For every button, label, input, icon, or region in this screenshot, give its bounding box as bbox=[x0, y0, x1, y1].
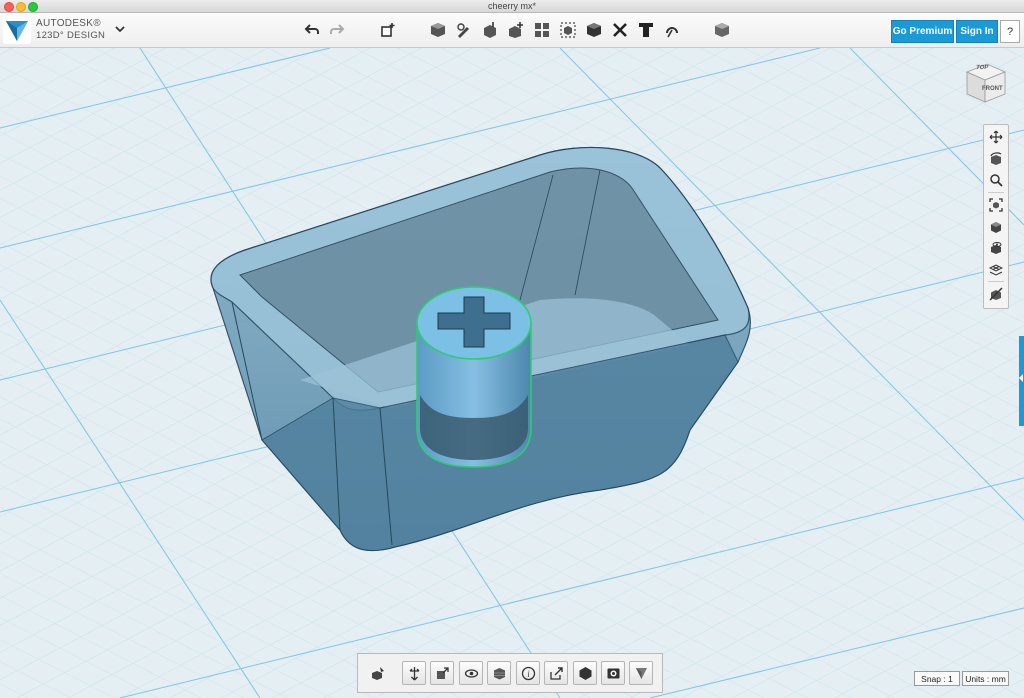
material-button[interactable] bbox=[710, 18, 734, 42]
sketch-icon bbox=[457, 23, 469, 38]
side-panel-arrow-icon[interactable] bbox=[1018, 374, 1024, 382]
sign-in-button[interactable]: Sign In bbox=[956, 20, 998, 43]
hide-icon bbox=[464, 668, 478, 678]
orbit-icon bbox=[990, 152, 1002, 165]
measure-button[interactable] bbox=[608, 18, 632, 42]
views-button[interactable] bbox=[986, 217, 1006, 237]
fit-icon bbox=[989, 198, 1003, 212]
smart-scale-icon bbox=[436, 666, 449, 679]
hide-button[interactable] bbox=[459, 661, 483, 685]
export-button[interactable] bbox=[544, 661, 568, 685]
primitives-icon bbox=[381, 23, 395, 37]
zoom-icon bbox=[990, 174, 1003, 187]
construct-button[interactable] bbox=[478, 18, 502, 42]
undo-button[interactable] bbox=[300, 18, 324, 42]
construct-icon bbox=[484, 22, 496, 38]
measure-icon bbox=[613, 23, 627, 37]
solid-button[interactable] bbox=[573, 661, 597, 685]
transform-button[interactable] bbox=[402, 661, 426, 685]
redo-button[interactable] bbox=[325, 18, 349, 42]
snapshot-button[interactable] bbox=[601, 661, 625, 685]
combine-button[interactable] bbox=[582, 18, 606, 42]
info-icon: i bbox=[521, 666, 535, 680]
transform-icon bbox=[409, 666, 419, 680]
pattern-icon bbox=[535, 23, 549, 37]
material-icon bbox=[715, 23, 729, 37]
view-cube-top-label[interactable]: TOP bbox=[975, 65, 989, 71]
brand-company: AUTODESK® bbox=[36, 18, 101, 29]
undo-icon bbox=[304, 24, 319, 34]
selected-object-icon bbox=[371, 666, 384, 680]
views-icon bbox=[991, 222, 1001, 233]
navbar-separator bbox=[988, 192, 1004, 193]
keycap-stem[interactable] bbox=[416, 286, 532, 468]
combine-icon bbox=[587, 23, 601, 37]
group-button[interactable] bbox=[556, 18, 580, 42]
brand-product: 123D° DESIGN bbox=[36, 30, 106, 41]
snapshot-icon bbox=[607, 668, 619, 678]
snap-status[interactable]: Snap : 1 bbox=[914, 671, 960, 686]
orbit-button[interactable] bbox=[986, 149, 1006, 169]
go-premium-button[interactable]: Go Premium bbox=[891, 20, 954, 43]
units-status[interactable]: Units : mm bbox=[962, 671, 1009, 686]
modify-button[interactable] bbox=[504, 18, 528, 42]
snap-button[interactable] bbox=[660, 18, 684, 42]
visibility-button[interactable] bbox=[986, 238, 1006, 258]
text-icon bbox=[639, 23, 653, 37]
view-cube-front-label[interactable]: FRONT bbox=[982, 86, 1003, 92]
fit-button[interactable] bbox=[986, 195, 1006, 215]
export-icon bbox=[549, 666, 563, 680]
tweak-icon bbox=[635, 667, 647, 679]
window-title: cheerry mx* bbox=[487, 1, 536, 11]
material-toggle-button[interactable] bbox=[986, 284, 1006, 304]
redo-icon bbox=[330, 24, 345, 34]
material-button-bottom[interactable] bbox=[487, 661, 511, 685]
info-button[interactable]: i bbox=[516, 661, 540, 685]
selected-object-button[interactable] bbox=[366, 661, 390, 685]
visibility-icon bbox=[991, 242, 1002, 254]
pattern-button[interactable] bbox=[530, 18, 554, 42]
tweak-button[interactable] bbox=[629, 661, 653, 685]
svg-text:i: i bbox=[527, 669, 530, 679]
app-toolbar: AUTODESK® 123D° DESIGN bbox=[0, 13, 1024, 48]
grid-button[interactable] bbox=[986, 259, 1006, 279]
snap-icon bbox=[666, 27, 678, 38]
navbar-separator bbox=[988, 281, 1004, 282]
transform-tool-button[interactable] bbox=[376, 18, 400, 42]
text-button[interactable] bbox=[634, 18, 658, 42]
help-button[interactable]: ? bbox=[1000, 20, 1020, 43]
bottom-context-toolbar: i bbox=[357, 653, 663, 693]
pan-icon bbox=[989, 130, 1003, 144]
solid-icon bbox=[579, 666, 591, 680]
modify-icon bbox=[509, 22, 523, 38]
sketch-button[interactable] bbox=[452, 18, 476, 42]
pan-button[interactable] bbox=[986, 127, 1006, 147]
window-titlebar: cheerry mx* bbox=[0, 0, 1024, 13]
3d-viewport[interactable] bbox=[0, 48, 1024, 698]
smart-scale-button[interactable] bbox=[430, 661, 454, 685]
material-icon bbox=[493, 667, 505, 679]
app-logo-icon[interactable] bbox=[3, 16, 31, 44]
group-icon bbox=[560, 22, 576, 38]
zoom-button[interactable] bbox=[986, 170, 1006, 190]
navigation-bar bbox=[983, 124, 1009, 309]
app-menu-chevron-icon[interactable] bbox=[113, 22, 127, 36]
grid-icon bbox=[989, 264, 1003, 276]
primitives-icon bbox=[431, 23, 445, 37]
primitives-button[interactable] bbox=[426, 18, 450, 42]
material-toggle-icon bbox=[989, 287, 1003, 301]
